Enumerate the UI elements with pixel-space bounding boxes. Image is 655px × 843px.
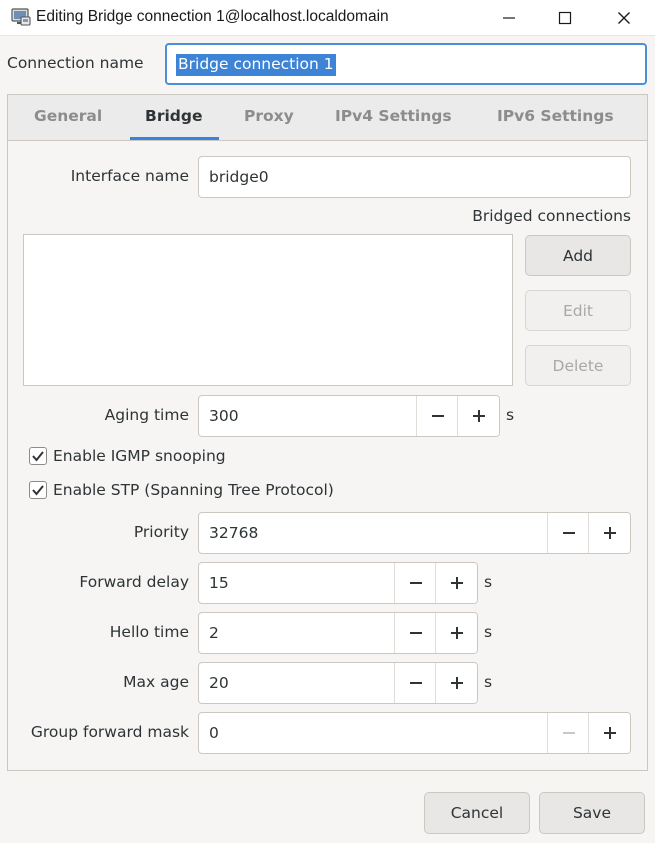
igmp-snooping-checkbox[interactable]: Enable IGMP snooping bbox=[29, 447, 226, 465]
aging-time-increment[interactable] bbox=[457, 396, 499, 436]
active-tab-indicator bbox=[130, 137, 219, 140]
aging-time-unit: s bbox=[506, 406, 515, 424]
aging-time-label: Aging time bbox=[104, 406, 189, 424]
priority-decrement[interactable] bbox=[547, 513, 589, 553]
cancel-button[interactable]: Cancel bbox=[424, 792, 530, 834]
add-button[interactable]: Add bbox=[525, 235, 631, 276]
bridged-connections-label: Bridged connections bbox=[472, 207, 631, 225]
connection-name-input[interactable]: Bridge connection 1 bbox=[165, 43, 647, 85]
plus-icon bbox=[450, 577, 463, 589]
interface-name-label: Interface name bbox=[70, 167, 189, 185]
checkmark-icon bbox=[32, 485, 44, 496]
interface-name-value: bridge0 bbox=[209, 168, 269, 186]
hello-time-spinner[interactable]: 2 bbox=[198, 612, 478, 654]
window-title: Editing Bridge connection 1@localhost.lo… bbox=[36, 8, 389, 25]
maximize-icon bbox=[558, 11, 572, 25]
plus-icon bbox=[450, 677, 463, 689]
aging-time-decrement[interactable] bbox=[416, 396, 458, 436]
save-button[interactable]: Save bbox=[539, 792, 645, 834]
max-age-spinner[interactable]: 20 bbox=[198, 662, 478, 704]
stp-checkbox[interactable]: Enable STP (Spanning Tree Protocol) bbox=[29, 481, 334, 499]
igmp-snooping-label: Enable IGMP snooping bbox=[53, 447, 226, 465]
close-button[interactable] bbox=[597, 0, 651, 36]
group-forward-mask-increment[interactable] bbox=[588, 713, 630, 753]
max-age-value: 20 bbox=[209, 674, 229, 692]
tab-ipv4-settings[interactable]: IPv4 Settings bbox=[335, 107, 452, 125]
group-forward-mask-decrement[interactable] bbox=[547, 713, 589, 753]
max-age-label: Max age bbox=[123, 673, 189, 691]
priority-value: 32768 bbox=[209, 524, 259, 542]
tab-bridge[interactable]: Bridge bbox=[145, 107, 202, 125]
tab-proxy[interactable]: Proxy bbox=[244, 107, 294, 125]
plus-icon bbox=[450, 627, 463, 639]
group-forward-mask-label: Group forward mask bbox=[30, 723, 189, 741]
hello-time-unit: s bbox=[484, 623, 493, 641]
connection-name-label: Connection name bbox=[7, 54, 144, 72]
forward-delay-spinner[interactable]: 15 bbox=[198, 562, 478, 604]
minus-icon bbox=[562, 732, 575, 734]
forward-delay-unit: s bbox=[484, 573, 493, 591]
priority-increment[interactable] bbox=[588, 513, 630, 553]
plus-icon bbox=[472, 410, 485, 422]
tab-ipv6-settings[interactable]: IPv6 Settings bbox=[497, 107, 614, 125]
edit-button[interactable]: Edit bbox=[525, 290, 631, 331]
stp-label: Enable STP (Spanning Tree Protocol) bbox=[53, 481, 334, 499]
close-icon bbox=[618, 12, 630, 24]
minimize-button[interactable] bbox=[482, 0, 536, 36]
group-forward-mask-spinner[interactable]: 0 bbox=[198, 712, 631, 754]
window-titlebar: Editing Bridge connection 1@localhost.lo… bbox=[0, 0, 655, 36]
minus-icon bbox=[409, 632, 422, 634]
network-connection-icon bbox=[11, 8, 31, 26]
hello-time-increment[interactable] bbox=[435, 613, 477, 653]
forward-delay-decrement[interactable] bbox=[394, 563, 436, 603]
stp-box[interactable] bbox=[29, 481, 47, 499]
maximize-button[interactable] bbox=[538, 0, 592, 36]
delete-button[interactable]: Delete bbox=[525, 345, 631, 386]
tab-bar: General Bridge Proxy IPv4 Settings IPv6 … bbox=[8, 95, 647, 141]
minus-icon bbox=[431, 415, 444, 417]
aging-time-spinner[interactable]: 300 bbox=[198, 395, 500, 437]
hello-time-label: Hello time bbox=[109, 623, 189, 641]
minimize-icon bbox=[503, 17, 515, 19]
plus-icon bbox=[603, 527, 616, 539]
minus-icon bbox=[409, 582, 422, 584]
tab-general[interactable]: General bbox=[34, 107, 102, 125]
priority-spinner[interactable]: 32768 bbox=[198, 512, 631, 554]
forward-delay-value: 15 bbox=[209, 574, 229, 592]
max-age-decrement[interactable] bbox=[394, 663, 436, 703]
max-age-increment[interactable] bbox=[435, 663, 477, 703]
group-forward-mask-value: 0 bbox=[209, 724, 219, 742]
priority-label: Priority bbox=[133, 523, 189, 541]
aging-time-value: 300 bbox=[209, 407, 239, 425]
hello-time-decrement[interactable] bbox=[394, 613, 436, 653]
bridged-connections-list[interactable] bbox=[23, 234, 513, 386]
forward-delay-increment[interactable] bbox=[435, 563, 477, 603]
interface-name-input[interactable]: bridge0 bbox=[198, 156, 631, 198]
connection-name-value: Bridge connection 1 bbox=[176, 54, 336, 76]
minus-icon bbox=[409, 682, 422, 684]
minus-icon bbox=[562, 532, 575, 534]
checkmark-icon bbox=[32, 451, 44, 462]
max-age-unit: s bbox=[484, 673, 493, 691]
forward-delay-label: Forward delay bbox=[79, 573, 189, 591]
hello-time-value: 2 bbox=[209, 624, 219, 642]
igmp-snooping-box[interactable] bbox=[29, 447, 47, 465]
plus-icon bbox=[603, 727, 616, 739]
